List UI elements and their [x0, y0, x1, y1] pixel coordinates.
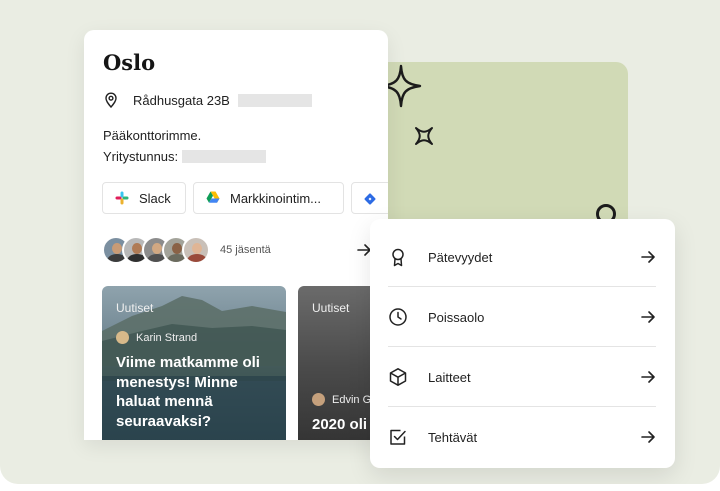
slack-icon: [115, 191, 129, 205]
channel-slack-button[interactable]: Slack: [102, 182, 186, 214]
menu-item-label: Laitteet: [428, 369, 471, 385]
background-canvas: Oslo Rådhusgata 23B Pääkonttorimme. Yrit…: [0, 0, 720, 484]
location-title: Oslo: [103, 50, 156, 75]
menu-item-absence[interactable]: Poissaolo: [388, 287, 656, 347]
description-text: Pääkonttorimme.: [103, 128, 202, 143]
company-id-row: Yritystunnus:: [103, 146, 267, 167]
address-text: Rådhusgata 23B: [133, 92, 230, 108]
address-redaction: [237, 93, 312, 107]
channel-other-button[interactable]: [351, 182, 388, 214]
channel-label: Markkinointim...: [230, 190, 322, 206]
author-name: Karin Strand: [136, 331, 198, 344]
checkbox-icon: [388, 427, 408, 447]
menu-card: Pätevyydet Poissaolo Laitteet Tehtävät: [370, 219, 675, 468]
news-author: Edvin G: [312, 393, 371, 406]
members-row[interactable]: 45 jäsentä: [102, 233, 372, 267]
arrow-right-icon: [641, 251, 655, 263]
company-id-redaction: [182, 150, 267, 163]
company-id-label: Yritystunnus:: [103, 149, 179, 164]
arrow-right-icon: [641, 431, 655, 443]
channel-list: Slack Markkinointim...: [102, 182, 388, 214]
author-name: Edvin G: [332, 393, 372, 406]
member-avatars: [102, 236, 210, 264]
menu-item-label: Tehtävät: [428, 429, 478, 445]
location-card: Oslo Rådhusgata 23B Pääkonttorimme. Yrit…: [84, 30, 388, 440]
author-avatar: [116, 331, 129, 344]
news-card[interactable]: Uutiset Karin Strand Viime matkamme oli …: [102, 286, 286, 440]
menu-item-label: Poissaolo: [428, 309, 485, 325]
avatar: [182, 236, 210, 264]
google-drive-icon: [206, 191, 220, 205]
news-headline: Viime matkamme oli menestys! Minne halua…: [116, 354, 260, 430]
sparkle-small-icon: [415, 127, 433, 145]
news-tag: Uutiset: [116, 301, 154, 315]
arrow-right-icon: [641, 311, 655, 323]
news-tag: Uutiset: [312, 301, 350, 315]
map-pin-icon: [105, 92, 117, 108]
menu-item-tasks[interactable]: Tehtävät: [388, 407, 656, 467]
arrow-right-icon: [641, 371, 655, 383]
clock-icon: [388, 307, 408, 327]
box-icon: [388, 367, 408, 387]
menu-item-equipment[interactable]: Laitteet: [388, 347, 656, 407]
news-author: Karin Strand: [116, 331, 197, 344]
address-row: Rådhusgata 23B: [103, 92, 312, 108]
location-description: Pääkonttorimme. Yritystunnus:: [103, 125, 267, 167]
menu-item-qualifications[interactable]: Pätevyydet: [388, 227, 656, 287]
channel-drive-button[interactable]: Markkinointim...: [193, 182, 344, 214]
author-avatar: [312, 393, 325, 406]
diamond-icon: [363, 191, 377, 205]
menu-item-label: Pätevyydet: [428, 249, 493, 265]
channel-label: Slack: [139, 190, 171, 206]
member-count: 45 jäsentä: [220, 244, 271, 256]
award-icon: [388, 247, 408, 267]
